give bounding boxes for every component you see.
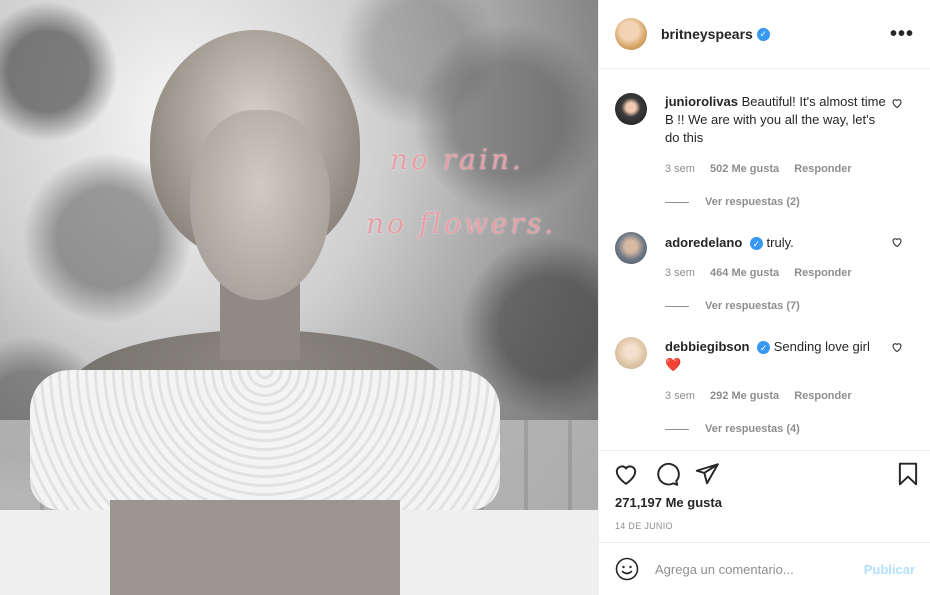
- post-date[interactable]: 14 DE JUNIO: [615, 521, 673, 531]
- verified-badge-icon: ✓: [749, 237, 763, 251]
- add-comment-bar: Agrega un comentario... Publicar: [599, 542, 930, 595]
- comment-like-heart-icon[interactable]: [891, 97, 903, 109]
- overlay-text-line2: no flowers.: [366, 207, 557, 240]
- send-icon[interactable]: [694, 461, 720, 487]
- comment-meta: 3 sem 292 Me gusta Responder: [665, 390, 864, 402]
- replies-divider: [665, 428, 689, 430]
- likes-count[interactable]: 271,197 Me gusta: [615, 495, 722, 510]
- commenter-username[interactable]: debbiegibson: [665, 339, 750, 354]
- comment-icon[interactable]: [654, 461, 680, 487]
- comment-body: juniorolivas Beautiful! It's almost time…: [665, 93, 890, 147]
- post-image[interactable]: no rain. no flowers.: [0, 0, 598, 595]
- comment-age[interactable]: 3 sem: [665, 267, 695, 279]
- commenter-avatar[interactable]: [615, 337, 647, 369]
- bookmark-icon[interactable]: [895, 461, 921, 487]
- verified-badge-icon: ✓: [757, 341, 771, 355]
- post-actions: 271,197 Me gusta 14 DE JUNIO: [599, 450, 930, 542]
- replies-divider: [665, 201, 689, 203]
- subject-top: [30, 370, 500, 510]
- view-replies-button[interactable]: Ver respuestas (2): [665, 196, 800, 208]
- comment-like-heart-icon[interactable]: [891, 236, 903, 248]
- comment-text: truly.: [766, 235, 794, 250]
- comment-likes[interactable]: 502 Me gusta: [710, 163, 779, 175]
- emoji-icon[interactable]: [615, 557, 639, 581]
- subject-face: [190, 110, 330, 300]
- comments-list[interactable]: juniorolivas Beautiful! It's almost time…: [599, 70, 930, 450]
- reply-button[interactable]: Responder: [794, 390, 851, 402]
- comment-meta: 3 sem 464 Me gusta Responder: [665, 267, 864, 279]
- publish-button[interactable]: Publicar: [864, 562, 915, 577]
- author-username[interactable]: britneyspears: [661, 26, 753, 42]
- post-header: britneyspears ✓ •••: [599, 0, 930, 69]
- comment-likes[interactable]: 292 Me gusta: [710, 390, 779, 402]
- subject-midriff: [110, 500, 400, 595]
- comment-likes[interactable]: 464 Me gusta: [710, 267, 779, 279]
- reply-button[interactable]: Responder: [794, 267, 851, 279]
- commenter-avatar[interactable]: [615, 232, 647, 264]
- view-replies-button[interactable]: Ver respuestas (4): [665, 423, 800, 435]
- comment-like-heart-icon[interactable]: [891, 341, 903, 353]
- overlay-text-line1: no rain.: [390, 143, 524, 176]
- author-avatar[interactable]: [615, 18, 647, 50]
- comment-body: adoredelano ✓ truly.: [665, 234, 890, 252]
- comment-meta: 3 sem 502 Me gusta Responder: [665, 163, 864, 175]
- more-options-icon[interactable]: •••: [890, 24, 914, 44]
- comment-body: debbiegibson ✓ Sending love girl ❤️: [665, 338, 890, 374]
- commenter-username[interactable]: adoredelano: [665, 235, 742, 250]
- commenter-username[interactable]: juniorolivas: [665, 94, 738, 109]
- reply-button[interactable]: Responder: [794, 163, 851, 175]
- comment-age[interactable]: 3 sem: [665, 390, 695, 402]
- replies-divider: [665, 305, 689, 307]
- heart-icon[interactable]: [613, 461, 639, 487]
- view-replies-button[interactable]: Ver respuestas (7): [665, 300, 800, 312]
- view-replies-label: Ver respuestas (2): [705, 196, 800, 208]
- comment-text: Sending love girl: [773, 339, 870, 354]
- comment-age[interactable]: 3 sem: [665, 163, 695, 175]
- view-replies-label: Ver respuestas (4): [705, 423, 800, 435]
- verified-badge-icon: ✓: [756, 27, 770, 41]
- heart-emoji: ❤️: [665, 357, 682, 372]
- post-side-panel: britneyspears ✓ ••• juniorolivas Beautif…: [598, 0, 930, 595]
- view-replies-label: Ver respuestas (7): [705, 300, 800, 312]
- commenter-avatar[interactable]: [615, 93, 647, 125]
- comment-input[interactable]: Agrega un comentario...: [655, 562, 794, 577]
